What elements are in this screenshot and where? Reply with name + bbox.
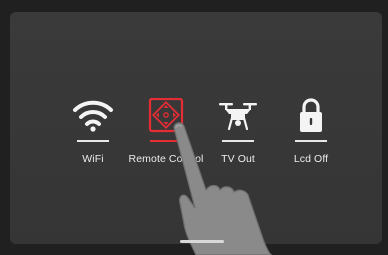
remote-control-icon <box>148 98 184 133</box>
menu-item-lcd-off[interactable]: Lcd Off <box>268 98 354 170</box>
lock-icon <box>300 98 322 132</box>
device-screen: WiFi Remote Control TV Out Lcd Off <box>0 0 388 255</box>
home-indicator[interactable] <box>180 240 224 243</box>
wifi-underline <box>77 140 109 142</box>
tv-out-underline <box>222 140 254 142</box>
wifi-icon <box>73 100 113 132</box>
menu-item-label: Lcd Off <box>293 153 329 165</box>
remote-control-underline <box>150 140 182 142</box>
drone-icon <box>219 103 257 131</box>
quick-menu: WiFi Remote Control TV Out Lcd Off <box>0 98 388 178</box>
lcd-off-underline <box>295 140 327 142</box>
